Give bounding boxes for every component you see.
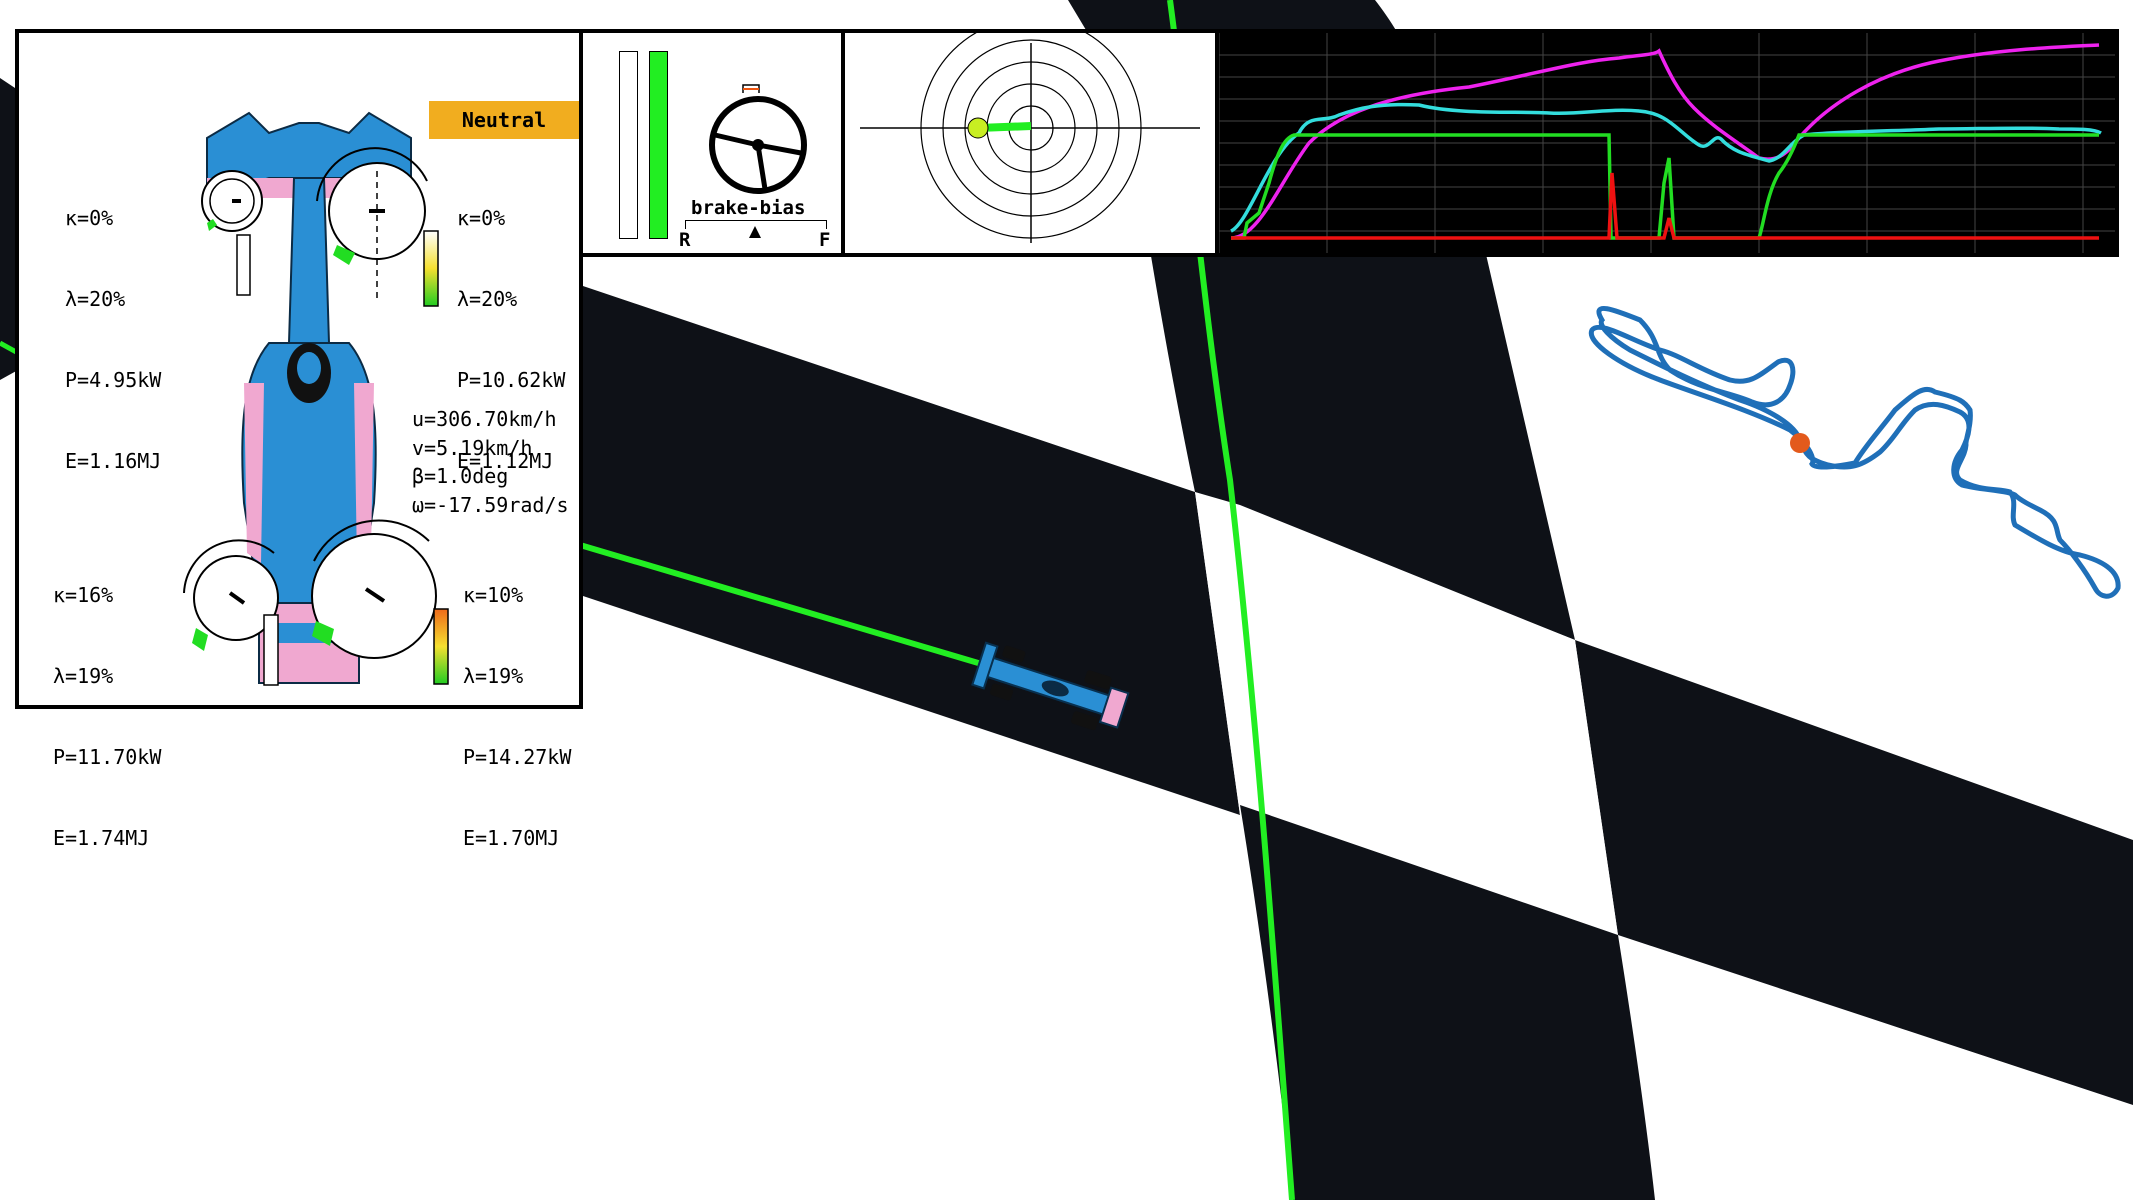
front-right-wheel-gauge [316,147,439,307]
yaw-rate: ω=-17.59rad/s [412,492,569,517]
throttle-pedal-bar [649,51,668,239]
vehicle-state-readout: u=306.70km/h v=5.19km/h β=1.0deg ω=-17.5… [412,405,569,519]
front-left-wheel-stats: κ=0% λ=20% P=4.95kW E=1.16MJ [65,151,161,529]
rear-right-kappa: κ=10% [463,583,524,607]
telemetry-trace-chart [1219,33,2115,253]
rear-left-energy: E=1.74MJ [53,826,150,850]
front-left-wheel-gauge [201,170,263,296]
throttle-pedal-fill [650,52,667,238]
gear-indicator-badge: Neutral [429,101,579,139]
track-segment-diagonal-1 [580,285,1240,815]
circuit-minimap [1588,305,2121,599]
driver-inputs-panel: brake-bias R F [579,29,845,257]
steering-wheel-icon [709,84,807,194]
rear-left-kappa: κ=16% [53,583,114,607]
track-segment-diagonal-2 [1575,640,2133,1105]
brake-pedal-bar [619,51,638,239]
front-right-power: P=10.62kW [457,368,566,392]
g-g-diagram-panel [841,29,1219,257]
front-left-energy: E=1.16MJ [65,449,162,473]
front-left-kappa: κ=0% [65,206,114,230]
rear-right-energy: E=1.70MJ [463,826,560,850]
brake-bias-label: brake-bias [691,197,806,219]
rear-left-wheel-stats: κ=16% λ=19% P=11.70kW E=1.74MJ [53,528,161,906]
front-right-lambda: λ=20% [457,287,518,311]
rear-left-lambda: λ=19% [53,664,114,688]
car-telemetry-panel: κ=0% λ=20% P=4.95kW E=1.16MJ κ=0% λ=20% … [15,29,583,850]
front-left-lambda: λ=20% [65,287,126,311]
front-right-kappa: κ=0% [457,206,506,230]
rear-left-wheel-gauge [183,539,279,686]
position-marker-icon [1790,433,1810,453]
rear-right-power: P=14.27kW [463,745,572,769]
rear-right-wheel-gauge [311,519,449,685]
brake-bias-rear-label: R [679,229,691,251]
rear-right-lambda: λ=19% [463,664,524,688]
longitudinal-velocity: u=306.70km/h [412,407,557,431]
slip-angle: β=1.0deg [412,464,509,488]
rear-left-power: P=11.70kW [53,745,162,769]
front-left-power: P=4.95kW [65,368,162,392]
brake-bias-marker-icon [749,226,761,238]
lateral-velocity: v=5.19km/h [412,435,533,460]
g-g-point-icon [967,117,989,139]
telemetry-trace-panel [1215,29,2119,257]
rear-right-wheel-stats: κ=10% λ=19% P=14.27kW E=1.70MJ [463,528,571,906]
brake-bias-front-label: F [819,229,831,251]
g-g-diagram [860,33,1200,243]
